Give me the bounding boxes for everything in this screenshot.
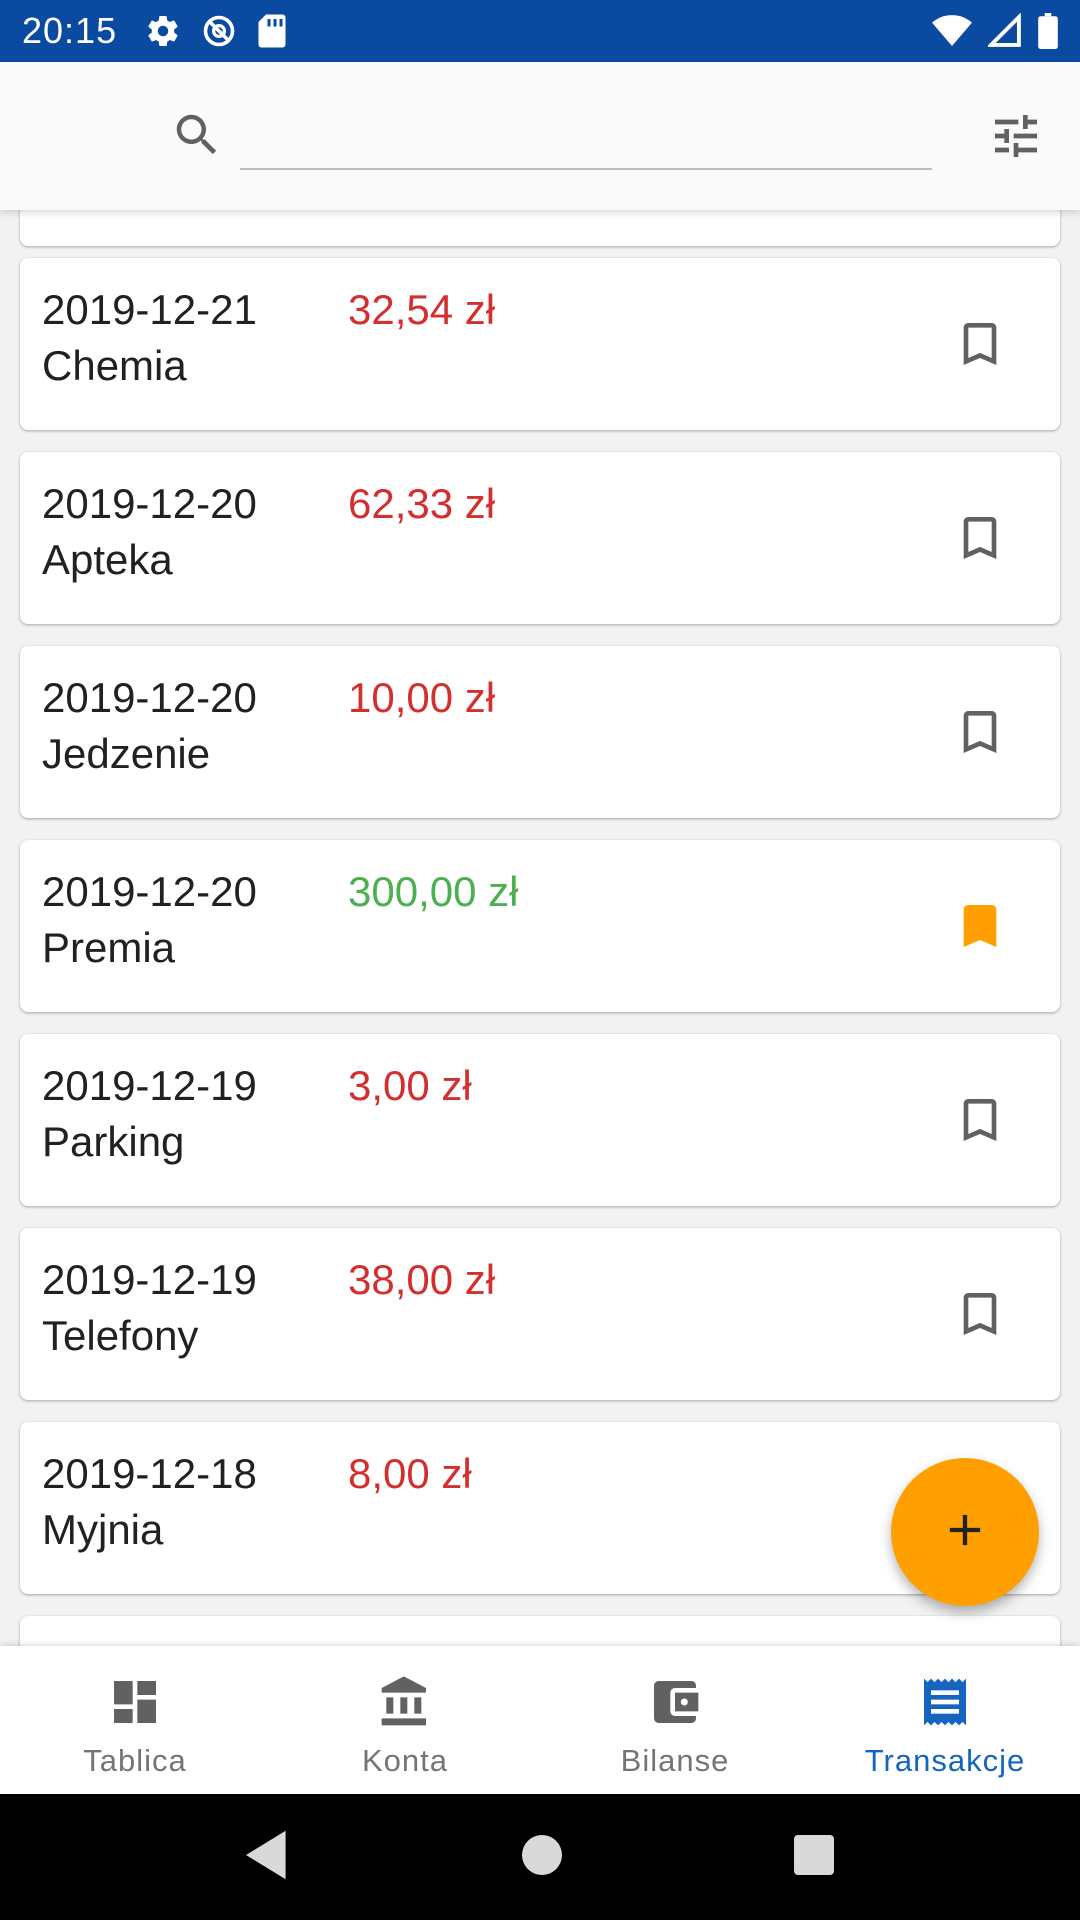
- settings-gear-icon: [145, 13, 181, 49]
- sd-card-icon: [257, 13, 287, 49]
- search-input[interactable]: [240, 100, 932, 170]
- transaction-category: Myjnia: [42, 1506, 164, 1553]
- transaction-amount: 3,00 zł: [348, 1062, 472, 1109]
- status-time: 20:15: [22, 10, 118, 51]
- bookmark-outline-icon[interactable]: [952, 1286, 1008, 1347]
- recents-icon[interactable]: [794, 1834, 834, 1880]
- transaction-category: Telefony: [42, 1312, 199, 1359]
- battery-icon: [1038, 13, 1058, 49]
- transaction-list[interactable]: 2019-12-21 Chemia 32,54 zł 2019-12-20 Ap…: [0, 210, 1080, 1646]
- transaction-amount: 8,00 zł: [348, 1450, 472, 1497]
- back-icon[interactable]: [246, 1830, 290, 1885]
- transaction-card[interactable]: 2019-12-21 Chemia 32,54 zł: [20, 258, 1060, 430]
- plus-icon: [939, 1504, 991, 1561]
- home-icon[interactable]: [522, 1834, 562, 1880]
- nav-label: Konta: [361, 1743, 448, 1778]
- bookmark-outline-icon[interactable]: [952, 704, 1008, 765]
- wifi-icon: [932, 13, 972, 49]
- filter-sliders-icon[interactable]: [988, 108, 1044, 169]
- transaction-amount: 10,00 zł: [348, 674, 496, 721]
- transaction-category: Premia: [42, 924, 176, 971]
- bottom-navigation: Tablica Konta Bilanse Transakcje: [0, 1646, 1080, 1794]
- transaction-date: 2019-12-20: [42, 868, 257, 915]
- nav-item-tablica[interactable]: Tablica: [0, 1646, 270, 1794]
- cell-signal-icon: [988, 13, 1022, 49]
- wallet-icon: [647, 1674, 703, 1735]
- status-bar: 20:15: [0, 0, 1080, 62]
- transaction-category: Parking: [42, 1118, 185, 1165]
- list-item-partial[interactable]: [20, 1616, 1060, 1646]
- bookmark-outline-icon[interactable]: [952, 316, 1008, 377]
- transaction-date: 2019-12-19: [42, 1062, 257, 1109]
- nav-item-bilanse[interactable]: Bilanse: [540, 1646, 810, 1794]
- transaction-card[interactable]: 2019-12-19 Parking 3,00 zł: [20, 1034, 1060, 1206]
- transaction-card[interactable]: 2019-12-19 Telefony 38,00 zł: [20, 1228, 1060, 1400]
- transaction-date: 2019-12-21: [42, 286, 257, 333]
- nav-label: Tablica: [83, 1743, 187, 1778]
- transaction-card[interactable]: 2019-12-20 Apteka 62,33 zł: [20, 452, 1060, 624]
- transaction-date: 2019-12-20: [42, 674, 257, 721]
- bookmark-outline-icon[interactable]: [952, 1092, 1008, 1153]
- add-transaction-button[interactable]: [891, 1458, 1039, 1606]
- bookmark-outline-icon[interactable]: [952, 510, 1008, 571]
- transaction-amount: 300,00 zł: [348, 868, 519, 915]
- search-icon[interactable]: [170, 108, 224, 167]
- transaction-date: 2019-12-19: [42, 1256, 257, 1303]
- list-item-partial[interactable]: [20, 210, 1060, 246]
- transaction-amount: 32,54 zł: [348, 286, 496, 333]
- transaction-date: 2019-12-20: [42, 480, 257, 527]
- nav-item-transakcje[interactable]: Transakcje: [810, 1646, 1080, 1794]
- transaction-category: Apteka: [42, 536, 173, 583]
- transaction-category: Jedzenie: [42, 730, 211, 777]
- transaction-amount: 62,33 zł: [348, 480, 496, 527]
- nav-label: Bilanse: [620, 1743, 730, 1778]
- nav-item-konta[interactable]: Konta: [270, 1646, 540, 1794]
- nav-label: Transakcje: [864, 1743, 1026, 1778]
- do-not-disturb-icon: [201, 13, 237, 49]
- search-bar: [0, 62, 1080, 210]
- bank-icon: [377, 1674, 433, 1735]
- bookmark-filled-icon[interactable]: [952, 898, 1008, 959]
- transaction-card[interactable]: 2019-12-20 Jedzenie 10,00 zł: [20, 646, 1060, 818]
- system-navigation-bar: [0, 1794, 1080, 1920]
- dashboard-icon: [107, 1674, 163, 1735]
- transaction-card[interactable]: 2019-12-20 Premia 300,00 zł: [20, 840, 1060, 1012]
- transaction-date: 2019-12-18: [42, 1450, 257, 1497]
- transaction-category: Chemia: [42, 342, 187, 389]
- receipt-icon: [917, 1674, 973, 1735]
- transaction-amount: 38,00 zł: [348, 1256, 496, 1303]
